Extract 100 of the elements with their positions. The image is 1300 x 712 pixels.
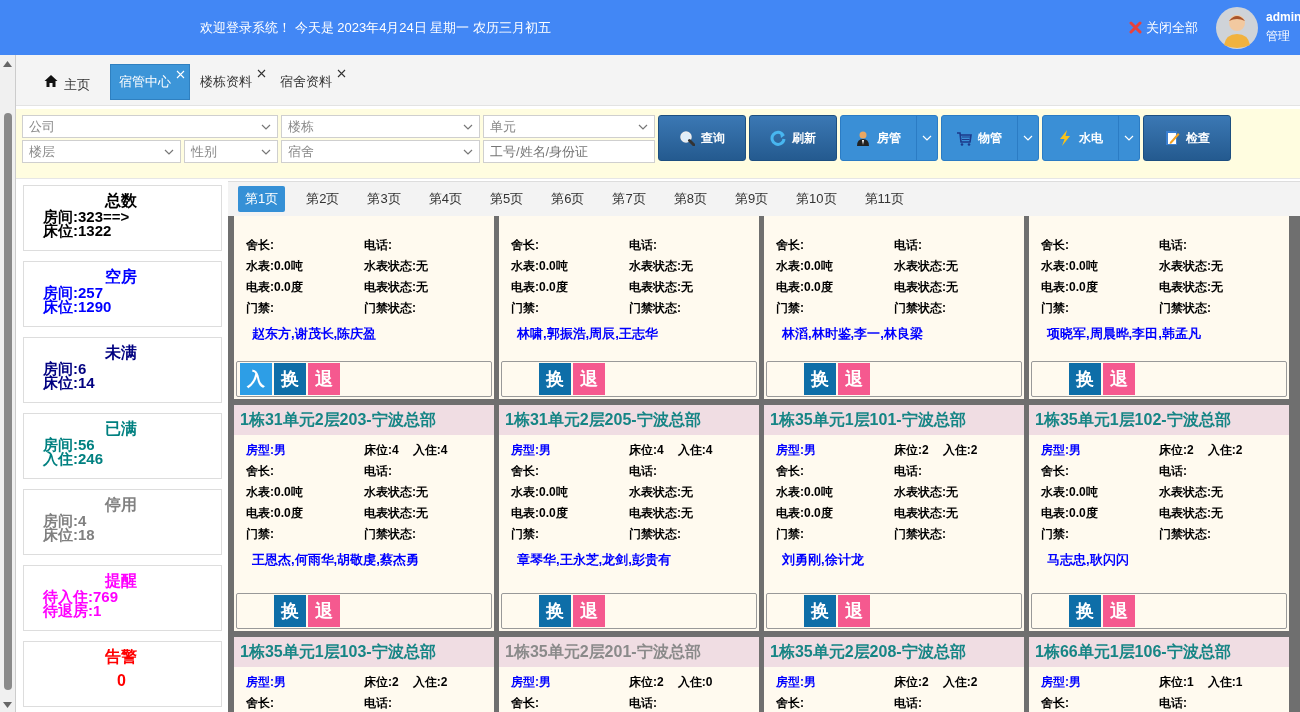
room-title[interactable]: 1栋35单元2层208-宁波总部 [764,637,1024,667]
check-out-button[interactable]: 退 [308,363,340,395]
check-out-button[interactable]: 退 [308,595,340,627]
close-icon[interactable] [257,69,266,78]
room-title[interactable]: 1栋35单元1层102-宁波总部 [1029,405,1289,435]
page-link[interactable]: 第1页 [238,186,286,212]
toolbar-button[interactable]: 查询 [658,115,746,161]
stat-line: 房间:56 [43,438,95,452]
check-out-button[interactable]: 退 [838,363,870,395]
check-out-button[interactable]: 退 [573,363,605,395]
tab[interactable]: 主页 [36,64,108,97]
dropdown[interactable]: 公司 [22,115,278,138]
toolbar-button[interactable]: 刷新 [749,115,837,161]
page-link[interactable]: 第3页 [360,186,408,212]
room-title[interactable]: 1栋35单元1层103-宁波总部 [234,637,494,667]
swap-button[interactable]: 换 [804,363,836,395]
stat-card[interactable]: 告警 0 [23,641,222,707]
dropdown[interactable]: 楼栋 [281,115,480,138]
room-field: 电话: [1159,463,1277,480]
stat-card[interactable]: 总数 房间:323==> 床位:1322 [23,185,222,251]
tab[interactable]: 宿舍资料 [272,64,350,100]
menu-button[interactable]: 水电 [1042,115,1140,161]
swap-button[interactable]: 换 [274,363,306,395]
room-field: 水表:0.0吨 [776,258,894,275]
scroll-thumb[interactable] [3,113,12,690]
caret-icon[interactable] [1124,135,1134,141]
tab[interactable]: 宿管中心 [110,64,190,100]
room-field: 电表:0.0度 [1041,505,1159,522]
user-name: admin [1266,10,1300,24]
room-field: 电表状态:无 [629,505,747,522]
stat-title: 已满 [105,420,137,438]
close-all-button[interactable]: 关闭全部 [1129,18,1198,37]
room-field: 水表:0.0吨 [246,258,364,275]
swap-button[interactable]: 换 [274,595,306,627]
page-link[interactable]: 第6页 [544,186,592,212]
room-field: 水表状态:无 [629,484,747,501]
page-link[interactable]: 第9页 [727,186,776,212]
page-link[interactable]: 第11页 [857,186,912,212]
room-field: 电话: [1159,237,1277,254]
stat-card[interactable]: 已满 房间:56 入住:246 [23,413,222,479]
page-link[interactable]: 第8页 [666,186,714,212]
stat-title: 提醒 [105,572,137,590]
toolbar-button[interactable]: 检查 [1143,115,1231,161]
search-icon [679,130,695,146]
occupied-count: 入住:4 [412,442,448,459]
welcome-text: 欢迎登录系统！ 今天是 2023年4月24日 星期一 农历三月初五 [200,18,552,37]
room-title[interactable]: 1栋66单元1层106-宁波总部 [1029,637,1289,667]
bed-count: 床位:4 [364,442,399,459]
swap-button[interactable]: 换 [539,595,571,627]
room-field: 电表:0.0度 [246,505,364,522]
stat-card[interactable]: 空房 房间:257 床位:1290 [23,261,222,327]
stat-card[interactable]: 提醒 待入住:769 待退房:1 [23,565,222,631]
swap-button[interactable]: 换 [1069,363,1101,395]
page-link[interactable]: 第2页 [299,186,347,212]
room-title[interactable]: 1栋31单元2层205-宁波总部 [499,405,759,435]
room-title[interactable]: 1栋31单元2层203-宁波总部 [234,405,494,435]
swap-button[interactable]: 换 [1069,595,1101,627]
page-link[interactable]: 第7页 [605,186,653,212]
check-out-button[interactable]: 退 [1103,363,1135,395]
room-type: 房型:男 [776,674,817,691]
dropdown[interactable]: 性别 [184,140,278,163]
room-field: 电表状态:无 [364,279,482,296]
check-in-button[interactable]: 入 [240,363,272,395]
check-out-button[interactable]: 退 [573,595,605,627]
check-out-button[interactable]: 退 [838,595,870,627]
stat-line: 床位:1290 [43,300,112,314]
room-field: 水表状态:无 [629,258,747,275]
room-field: 舍长: [776,237,894,254]
page-link[interactable]: 第4页 [421,186,469,212]
stat-card[interactable]: 未满 房间:6 床位:14 [23,337,222,403]
tab[interactable]: 楼栋资料 [192,64,270,100]
dropdown[interactable]: 宿舍 [281,140,480,163]
caret-icon[interactable] [1023,135,1033,141]
occupant-names: 项晓军,周晨晔,李田,韩孟凡 [1047,325,1202,343]
stat-line: 房间:257 [43,286,104,300]
caret-icon[interactable] [922,135,932,141]
occupant-names: 王恩杰,何雨华,胡敬虔,蔡杰勇 [252,551,420,569]
occupant-names: 马志忠,耿闪闪 [1047,551,1130,569]
stat-card[interactable]: 停用 房间:4 床位:18 [23,489,222,555]
room-type: 房型:男 [1041,442,1082,459]
swap-button[interactable]: 换 [539,363,571,395]
bed-count: 床位:2 [364,674,399,691]
avatar-icon[interactable] [1216,6,1258,49]
stat-title: 空房 [105,268,137,286]
room-field: 舍长: [511,695,629,712]
down-arrow-icon[interactable] [3,702,12,708]
dropdown[interactable]: 单元 [483,115,655,138]
room-field: 舍长: [511,237,629,254]
page-link[interactable]: 第5页 [482,186,531,212]
stat-title: 告警 [105,648,137,666]
menu-button[interactable]: 物管 [941,115,1039,161]
swap-button[interactable]: 换 [804,595,836,627]
close-icon[interactable] [337,69,346,78]
room-title[interactable]: 1栋35单元1层101-宁波总部 [764,405,1024,435]
check-out-button[interactable]: 退 [1103,595,1135,627]
page-link[interactable]: 第10页 [789,186,844,212]
dropdown[interactable]: 楼层 [22,140,181,163]
menu-button[interactable]: 房管 [840,115,938,161]
search-field[interactable]: 工号/姓名/身份证 [483,140,655,163]
up-arrow-icon[interactable] [3,61,12,67]
